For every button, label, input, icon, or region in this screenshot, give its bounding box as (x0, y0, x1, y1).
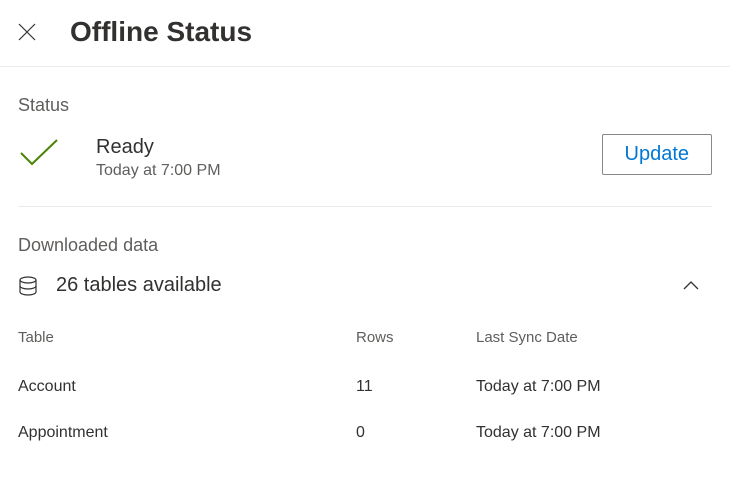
update-button[interactable]: Update (602, 134, 713, 175)
table-header-sync: Last Sync Date (476, 329, 712, 346)
status-section-label: Status (18, 95, 712, 116)
table-cell-name: Account (18, 378, 356, 396)
database-icon (18, 276, 38, 296)
header: Offline Status (0, 0, 730, 67)
tables-summary-toggle[interactable]: 26 tables available (18, 274, 712, 297)
summary-left: 26 tables available (18, 274, 222, 297)
content: Status Ready Today at 7:00 PM Update Dow… (0, 95, 730, 456)
status-timestamp: Today at 7:00 PM (96, 162, 221, 180)
table-row: Account 11 Today at 7:00 PM (18, 364, 712, 410)
table-cell-sync: Today at 7:00 PM (476, 424, 712, 442)
status-left: Ready Today at 7:00 PM (18, 134, 221, 180)
table-header-row: Table Rows Last Sync Date (18, 329, 712, 364)
downloaded-section-label: Downloaded data (18, 235, 712, 256)
table-cell-name: Appointment (18, 424, 356, 442)
status-row: Ready Today at 7:00 PM Update (18, 134, 712, 207)
close-icon (18, 28, 36, 45)
chevron-up-icon (682, 277, 700, 295)
tables-list: Table Rows Last Sync Date Account 11 Tod… (18, 329, 712, 456)
summary-text: 26 tables available (56, 274, 222, 297)
table-header-rows: Rows (356, 329, 476, 346)
table-row: Appointment 0 Today at 7:00 PM (18, 410, 712, 456)
table-cell-sync: Today at 7:00 PM (476, 378, 712, 396)
page-title: Offline Status (70, 16, 252, 48)
close-button[interactable] (18, 23, 36, 41)
status-text: Ready Today at 7:00 PM (96, 134, 221, 180)
status-title: Ready (96, 134, 221, 160)
table-header-table: Table (18, 329, 356, 346)
checkmark-icon (18, 138, 60, 168)
table-cell-rows: 11 (356, 378, 476, 396)
table-cell-rows: 0 (356, 424, 476, 442)
